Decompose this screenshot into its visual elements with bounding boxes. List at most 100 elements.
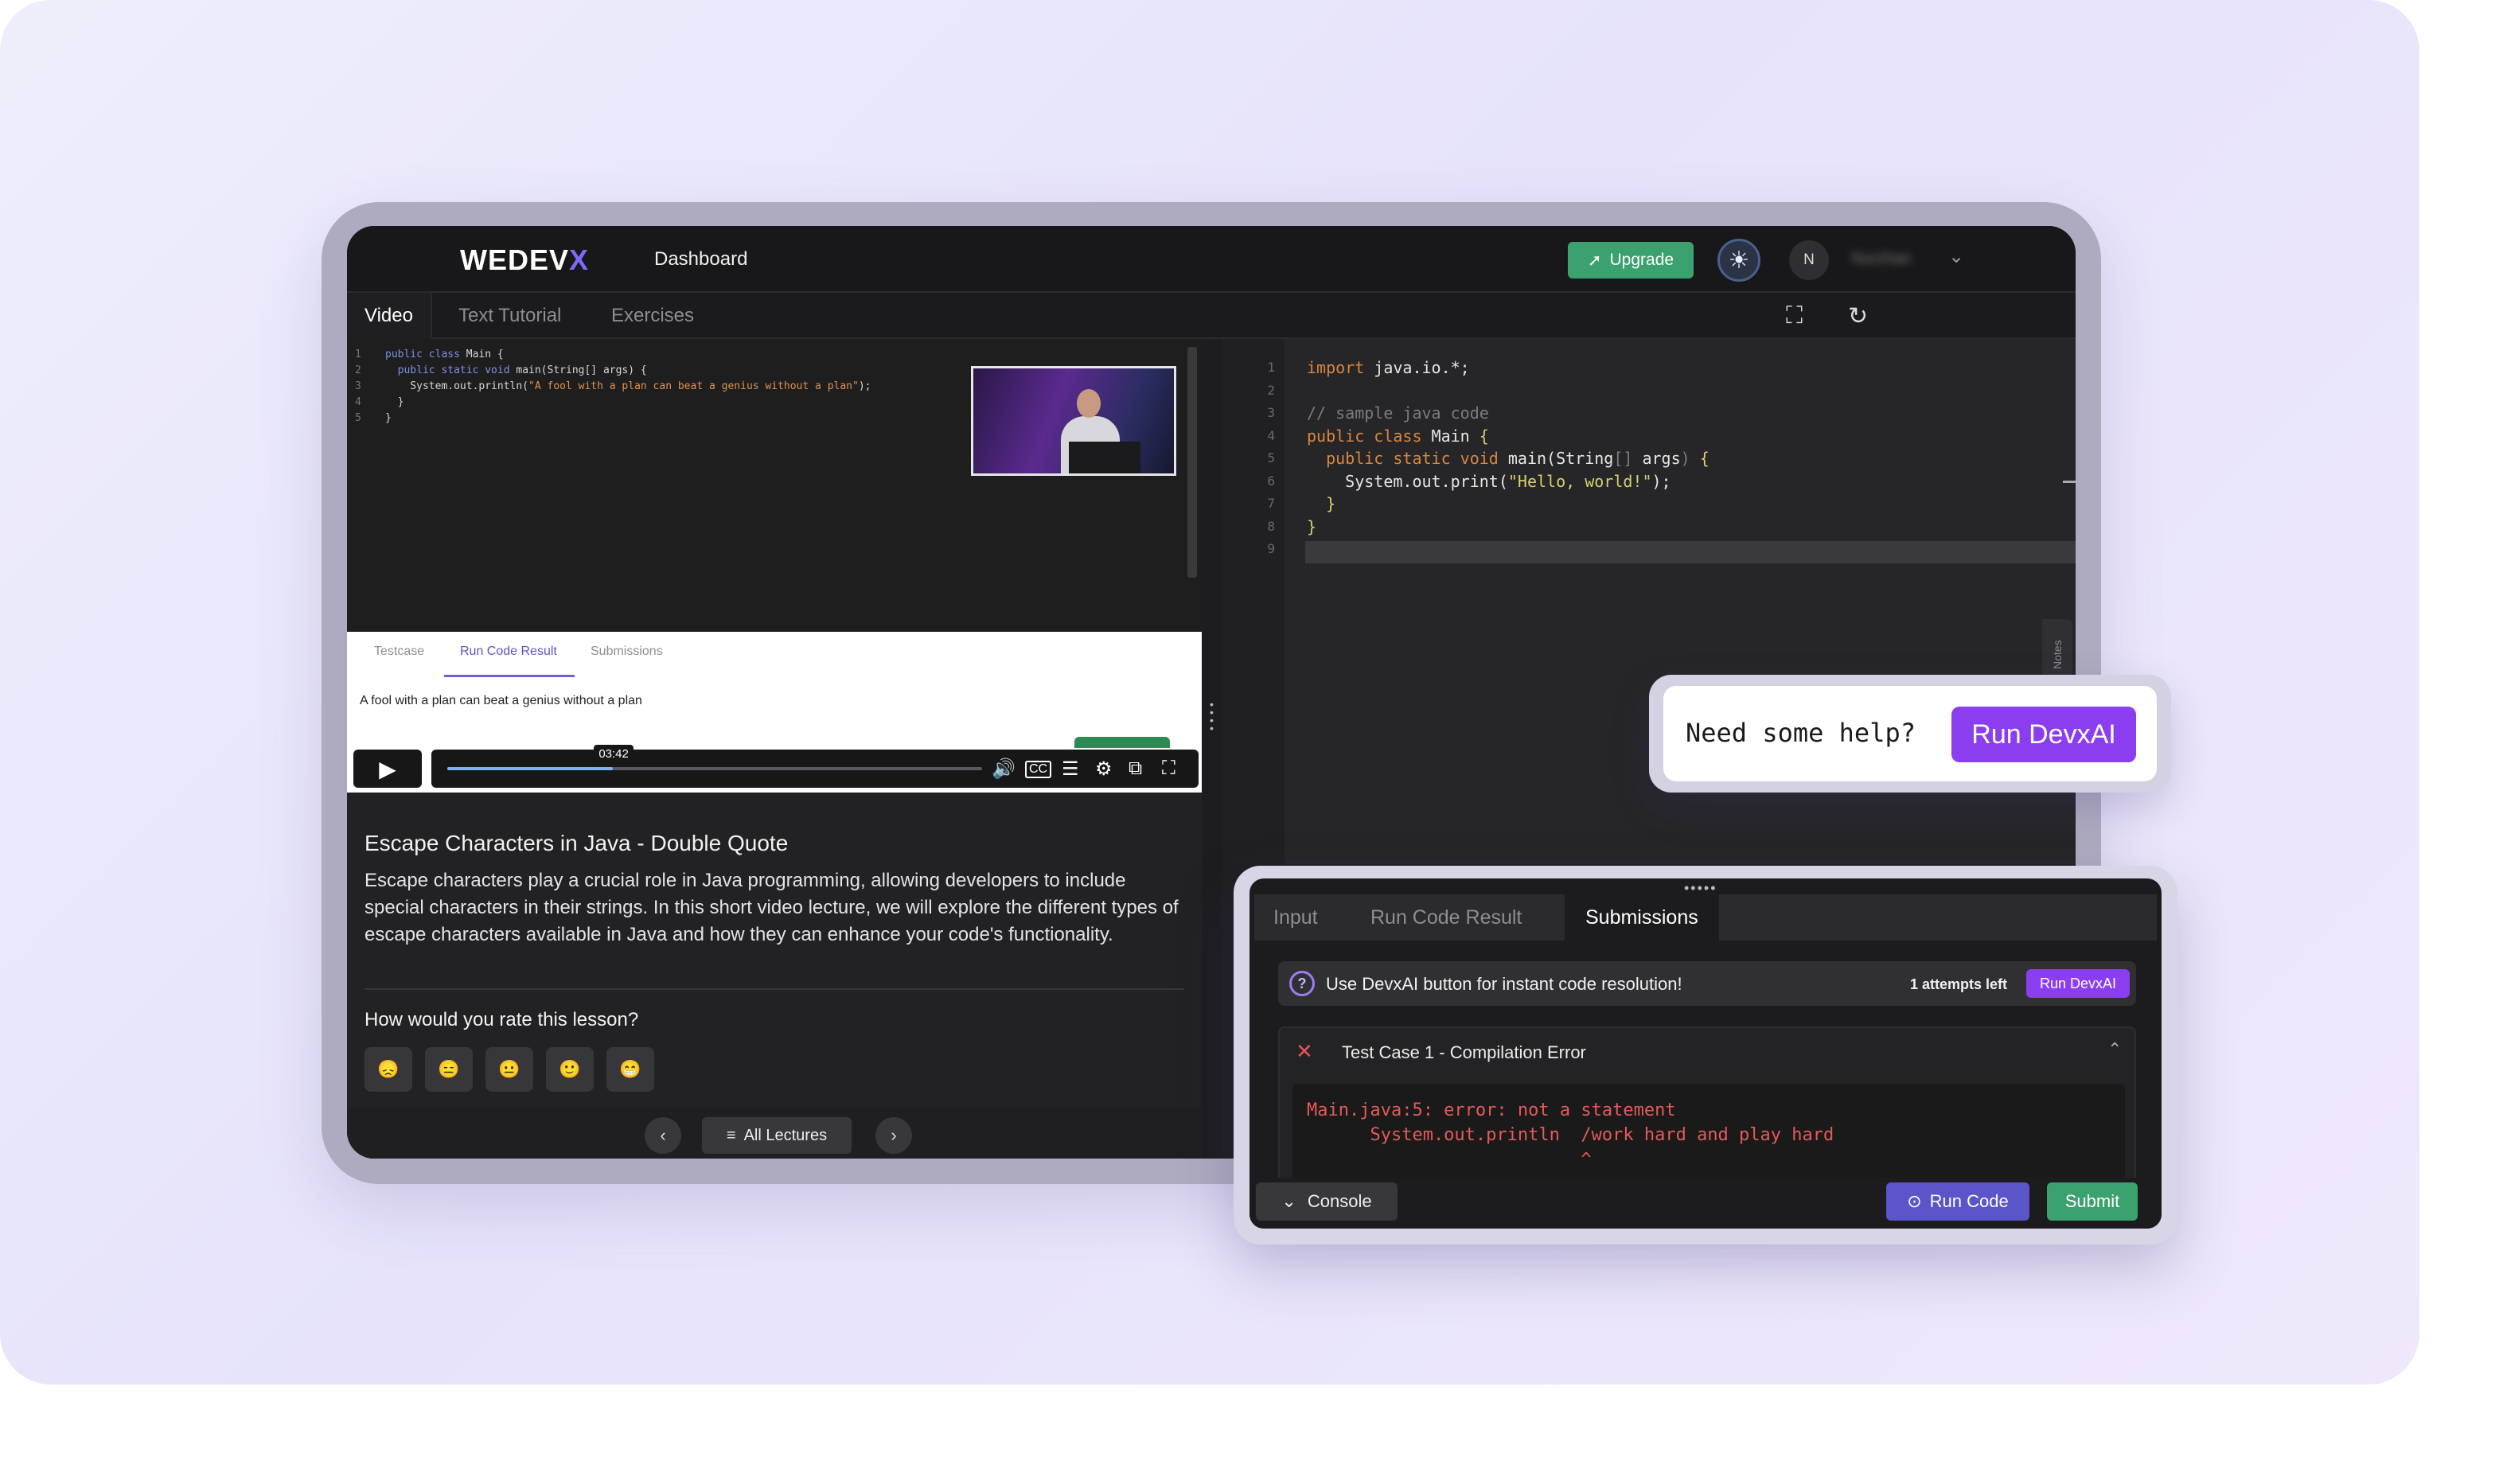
console-tab-submissions[interactable]: Submissions [1565,894,1719,941]
test-case-title[interactable]: Test Case 1 - Compilation Error [1342,1042,1586,1063]
play-circle-icon: ⊙ [1907,1191,1922,1211]
theme-toggle-sun-icon[interactable]: ☀ [1717,239,1760,282]
run-code-button[interactable]: ⊙ Run Code [1886,1182,2029,1221]
code-line: 6 System.out.print("Hello, world!"); [1222,470,1710,493]
panel-resize-handle[interactable]: • • • • [1210,699,1216,734]
dashboard-link[interactable]: Dashboard [654,248,747,271]
chevron-down-icon[interactable]: ⌄ [1948,245,1964,268]
line-number: 9 [1267,541,1275,556]
video-progress-track[interactable]: 03:42 [447,745,982,770]
transcript-icon[interactable]: ☰ [1062,758,1079,781]
settings-gear-icon[interactable]: ⚙ [1095,758,1113,781]
line-number: 2 [1267,382,1275,398]
line-text: } [1307,516,1317,536]
lesson-panel: 1 public class Main { 2 public static voi… [347,339,1202,1159]
video-tab-testcase: Testcase [374,645,425,658]
line-number: 3 [1267,405,1275,420]
line-number: 7 [1267,496,1275,511]
rating-bad[interactable]: 😑 [425,1047,473,1092]
code-line: 9 [1222,538,1710,561]
instructor-video-thumbnail [971,366,1176,476]
avatar[interactable]: N [1789,240,1829,280]
code-line: 1 import java.io.*; [1222,356,1710,380]
video-tab-submissions: Submissions [591,645,663,658]
code-line: 8} [1222,516,1710,539]
line-number: 1 [1267,360,1275,375]
play-icon[interactable]: ▶ [353,750,422,788]
list-icon: ≡ [726,1126,736,1144]
line-text: import java.io.*; [1307,358,1470,377]
code-line: 4 public class Main { [1222,425,1710,448]
line-text: public static void main(String[] args) { [1326,449,1710,468]
captions-icon[interactable]: CC [1025,761,1052,778]
code-line: 5 public static void main(String[] args)… [1222,447,1710,470]
error-output: Main.java:5: error: not a statement Syst… [1292,1084,2125,1179]
console-tab-input[interactable]: Input [1273,894,1318,941]
code-line: 2 [1222,380,1710,403]
video-player[interactable]: 1 public class Main { 2 public static voi… [347,339,1202,793]
test-case-card: ✕ Test Case 1 - Compilation Error ⌃ Main… [1278,1026,2136,1186]
attempts-left: 1 attempts left [1910,976,2008,992]
rating-good[interactable]: 🙂 [546,1047,594,1092]
console-panel: ••••• Input Run Code Result Submissions … [1250,878,2162,1229]
video-tab-run-code-result: Run Code Result [460,645,557,658]
next-lecture-chevron-right-icon[interactable]: › [875,1117,912,1154]
content-tabs: Video Text Tutorial Exercises ⛶ ↻ [347,293,2076,339]
brand-logo[interactable]: WEDEVX [460,243,589,277]
all-lectures-button[interactable]: ≡ All Lectures [702,1117,852,1154]
console-tab-run-code-result[interactable]: Run Code Result [1370,894,1522,941]
video-time: 03:42 [594,745,634,763]
devxai-info-bar: ? Use DevxAI button for instant code res… [1278,961,2136,1006]
submit-button[interactable]: Submit [2047,1182,2138,1221]
line-number: 8 [1267,518,1275,534]
line-text: } [1326,494,1336,513]
rating-very-bad[interactable]: 😞 [365,1047,412,1092]
rating-options: 😞 😑 😐 🙂 😁 [365,1047,654,1092]
rating-neutral[interactable]: 😐 [485,1047,533,1092]
video-control-bar: 03:42 🔊 CC ☰ ⚙ ⧉ ⛶ [431,745,1199,788]
rating-great[interactable]: 😁 [606,1047,654,1092]
console-footer: ⌄ Console ⊙ Run Code Submit [1250,1178,2162,1229]
video-controls: ▶ 03:42 🔊 CC ☰ ⚙ ⧉ ⛶ [353,745,1199,789]
prev-lecture-chevron-left-icon[interactable]: ‹ [645,1117,681,1154]
line-text: System.out.print("Hello, world!"); [1307,471,1671,491]
line-number: 4 [1267,427,1275,443]
tab-text-tutorial[interactable]: Text Tutorial [458,293,561,339]
video-code-preview: 1 public class Main { 2 public static voi… [355,349,871,424]
help-question-icon: ? [1289,971,1315,996]
line-text: public class Main { [1307,426,1489,446]
refresh-icon[interactable]: ↻ [1848,302,1868,330]
line-text [1275,538,1316,561]
video-code-scrollbar [1187,347,1197,578]
rating-question: How would you rate this lesson? [365,1009,639,1030]
video-output-text: A fool with a plan can beat a genius wit… [360,694,642,707]
console-tabs: Input Run Code Result Submissions [1254,894,2157,941]
console-toggle-button[interactable]: ⌄ Console [1256,1182,1398,1221]
lesson-title: Escape Characters in Java - Double Quote [365,831,789,855]
run-devxai-small-button[interactable]: Run DevxAI [2026,969,2130,998]
run-devxai-button[interactable]: Run DevxAI [1951,707,2136,762]
line-number: 5 [1267,450,1275,465]
help-prompt: Need some help? [1686,718,1916,748]
line-text [1275,380,1316,403]
fullscreen-icon[interactable]: ⛶ [1786,302,1803,329]
help-card: Need some help? Run DevxAI [1663,686,2157,781]
volume-icon[interactable]: 🔊 [992,758,1016,781]
chevron-up-icon[interactable]: ⌃ [2107,1039,2122,1060]
code-lines: 1 import java.io.*; 2 3 // sample java code… [1222,356,1710,561]
tab-exercises[interactable]: Exercises [611,293,694,339]
chevron-down-icon: ⌄ [1281,1191,1296,1211]
username[interactable]: Nurzhan [1851,250,1912,268]
upgrade-button[interactable]: ➚ Upgrade [1568,242,1694,278]
code-line: 3 // sample java code [1222,402,1710,425]
top-header: WEDEVX Dashboard ➚ Upgrade ☀ N Nurzhan ⌄ [347,226,2076,293]
rocket-icon: ➚ [1587,251,1602,270]
tab-video[interactable]: Video [347,293,432,339]
line-number: 6 [1267,473,1275,489]
lecture-navigation: ‹ ≡ All Lectures › [347,1108,1202,1159]
picture-in-picture-icon[interactable]: ⧉ [1129,758,1142,780]
error-x-icon: ✕ [1296,1039,1313,1063]
line-text: // sample java code [1307,403,1489,423]
video-fullscreen-icon[interactable]: ⛶ [1162,758,1175,780]
lesson-description: Escape characters play a crucial role in… [365,870,1179,945]
